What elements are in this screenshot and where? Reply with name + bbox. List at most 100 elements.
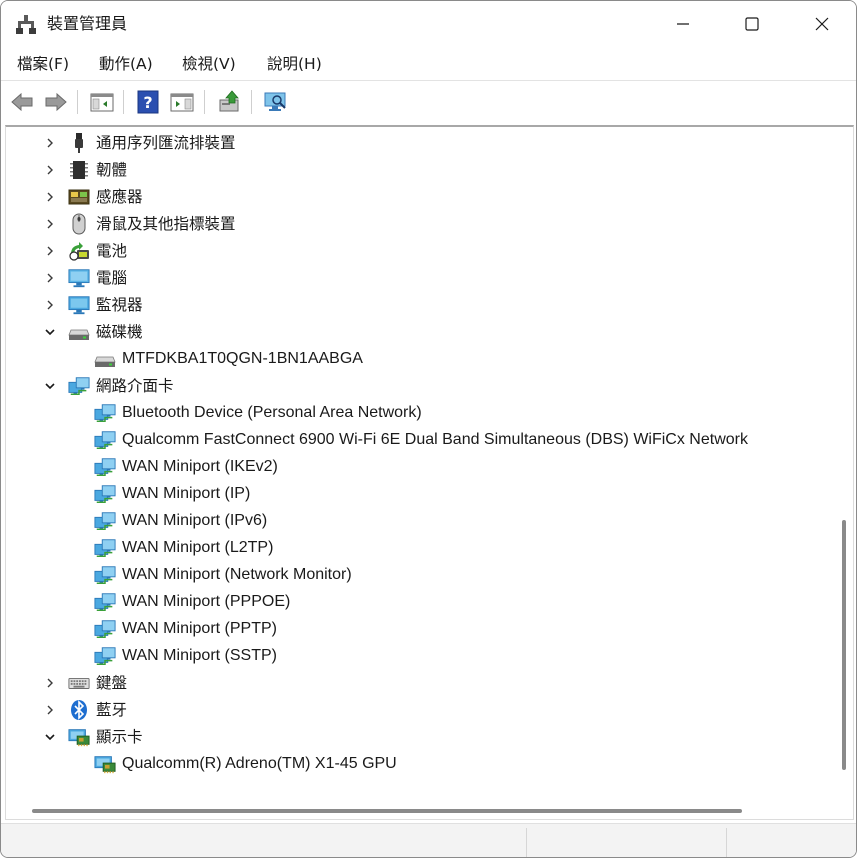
tree-category-label: 網路介面卡 bbox=[96, 376, 174, 395]
tree-category-row[interactable]: 顯示卡 bbox=[42, 723, 143, 750]
window-title: 裝置管理員 bbox=[47, 14, 128, 33]
network-adapter-icon bbox=[94, 510, 116, 532]
update-driver-icon bbox=[219, 90, 239, 112]
chevron-right-icon[interactable] bbox=[42, 135, 58, 151]
display-adapter-icon bbox=[94, 753, 116, 775]
network-adapter-icon bbox=[94, 591, 116, 613]
tree-category-row[interactable]: 滑鼠及其他指標裝置 bbox=[42, 210, 236, 237]
svg-text:?: ? bbox=[143, 93, 152, 112]
chip-icon bbox=[68, 159, 90, 181]
tree-device-row[interactable]: Bluetooth Device (Personal Area Network) bbox=[94, 399, 422, 426]
close-icon bbox=[815, 17, 829, 31]
network-adapter-icon bbox=[94, 618, 116, 640]
show-hide-console-tree-button[interactable] bbox=[88, 88, 116, 116]
chevron-right-icon[interactable] bbox=[42, 216, 58, 232]
tree-device-row[interactable]: WAN Miniport (IKEv2) bbox=[94, 453, 278, 480]
forward-arrow-icon bbox=[45, 92, 67, 112]
tree-category-label: 韌體 bbox=[96, 160, 128, 179]
tree-category-row[interactable]: 電腦 bbox=[42, 264, 127, 291]
tree-category-label: 監視器 bbox=[96, 295, 143, 314]
chevron-right-icon[interactable] bbox=[42, 270, 58, 286]
tree-device-label: WAN Miniport (L2TP) bbox=[122, 538, 274, 556]
tree-category-row[interactable]: 電池 bbox=[42, 237, 127, 264]
device-tree: 通用序列匯流排裝置韌體感應器滑鼠及其他指標裝置電池電腦監視器磁碟機 MTFDKBA… bbox=[6, 127, 832, 797]
scan-hardware-changes-button[interactable] bbox=[262, 88, 290, 116]
tree-category-label: 電腦 bbox=[96, 268, 128, 287]
network-adapter-icon bbox=[94, 537, 116, 559]
tree-category-row[interactable]: 藍牙 bbox=[42, 696, 127, 723]
title-bar[interactable]: 裝置管理員 bbox=[1, 1, 856, 47]
back-arrow-icon bbox=[11, 92, 33, 112]
help-icon: ? bbox=[137, 90, 159, 114]
horizontal-scrollbar-thumb[interactable] bbox=[32, 809, 742, 813]
chevron-right-icon[interactable] bbox=[42, 189, 58, 205]
menu-file[interactable]: 檔案(F) bbox=[15, 52, 71, 76]
show-hide-console-tree-icon bbox=[90, 93, 114, 112]
tree-device-row[interactable]: Qualcomm(R) Adreno(TM) X1-45 GPU bbox=[94, 750, 397, 777]
action-pane-icon bbox=[170, 93, 194, 112]
tree-category-label: 鍵盤 bbox=[96, 673, 128, 692]
menu-help[interactable]: 說明(H) bbox=[265, 52, 324, 76]
tree-device-row[interactable]: WAN Miniport (PPTP) bbox=[94, 615, 277, 642]
tree-device-row[interactable]: WAN Miniport (SSTP) bbox=[94, 642, 277, 669]
close-button[interactable] bbox=[787, 1, 856, 47]
chevron-right-icon[interactable] bbox=[42, 675, 58, 691]
computer-icon bbox=[68, 267, 90, 289]
menu-view[interactable]: 檢視(V) bbox=[180, 52, 238, 76]
tree-device-row[interactable]: WAN Miniport (IP) bbox=[94, 480, 250, 507]
tree-device-row[interactable]: Qualcomm FastConnect 6900 Wi-Fi 6E Dual … bbox=[94, 426, 748, 453]
chevron-right-icon[interactable] bbox=[42, 162, 58, 178]
tree-device-label: MTFDKBA1T0QGN-1BN1AABGA bbox=[122, 349, 363, 367]
toolbar: ? bbox=[1, 82, 856, 121]
network-adapter-icon bbox=[94, 429, 116, 451]
chevron-right-icon[interactable] bbox=[42, 702, 58, 718]
battery-icon bbox=[68, 240, 90, 262]
tree-category-row[interactable]: 鍵盤 bbox=[42, 669, 127, 696]
tree-category-label: 滑鼠及其他指標裝置 bbox=[96, 214, 236, 233]
chevron-right-icon[interactable] bbox=[42, 297, 58, 313]
update-driver-button[interactable] bbox=[215, 88, 243, 116]
minimize-button[interactable] bbox=[648, 1, 718, 47]
tree-category-row[interactable]: 監視器 bbox=[42, 291, 143, 318]
status-segment bbox=[726, 828, 856, 857]
vertical-scrollbar-thumb[interactable] bbox=[842, 520, 846, 770]
tree-device-label: WAN Miniport (PPTP) bbox=[122, 619, 277, 637]
tree-device-row[interactable]: WAN Miniport (PPPOE) bbox=[94, 588, 290, 615]
chevron-down-icon[interactable] bbox=[42, 324, 58, 340]
tree-category-label: 顯示卡 bbox=[96, 727, 143, 746]
tree-device-row[interactable]: WAN Miniport (L2TP) bbox=[94, 534, 273, 561]
back-button[interactable] bbox=[8, 88, 36, 116]
menu-bar: 檔案(F) 動作(A) 檢視(V) 說明(H) bbox=[1, 47, 856, 81]
tree-device-row[interactable]: MTFDKBA1T0QGN-1BN1AABGA bbox=[94, 345, 363, 372]
tree-device-row[interactable]: WAN Miniport (Network Monitor) bbox=[94, 561, 352, 588]
tree-category-row[interactable]: 通用序列匯流排裝置 bbox=[42, 129, 236, 156]
device-manager-window: 裝置管理員 檔案(F) 動作(A) 檢視(V) 說明(H) ? 通用序列匯流排裝… bbox=[0, 0, 857, 858]
tree-category-row[interactable]: 磁碟機 bbox=[42, 318, 143, 345]
network-adapter-icon bbox=[94, 402, 116, 424]
tree-category-row[interactable]: 網路介面卡 bbox=[42, 372, 174, 399]
tree-category-row[interactable]: 感應器 bbox=[42, 183, 143, 210]
action-pane-button[interactable] bbox=[168, 88, 196, 116]
chevron-down-icon[interactable] bbox=[42, 729, 58, 745]
tree-device-label: WAN Miniport (Network Monitor) bbox=[122, 565, 352, 583]
network-adapter-icon bbox=[94, 483, 116, 505]
toolbar-separator bbox=[204, 90, 205, 114]
chevron-down-icon[interactable] bbox=[42, 378, 58, 394]
minimize-icon bbox=[677, 23, 689, 25]
tree-device-row[interactable]: WAN Miniport (IPv6) bbox=[94, 507, 267, 534]
menu-action[interactable]: 動作(A) bbox=[97, 52, 155, 76]
toolbar-separator bbox=[251, 90, 252, 114]
sensor-icon bbox=[68, 186, 90, 208]
status-segment bbox=[526, 828, 726, 857]
tree-category-row[interactable]: 韌體 bbox=[42, 156, 127, 183]
tree-category-label: 磁碟機 bbox=[96, 322, 143, 341]
tree-category-label: 藍牙 bbox=[96, 700, 128, 719]
forward-button[interactable] bbox=[42, 88, 70, 116]
usb-icon bbox=[68, 132, 90, 154]
toolbar-separator bbox=[123, 90, 124, 114]
tree-category-label: 感應器 bbox=[96, 187, 143, 206]
help-button[interactable]: ? bbox=[134, 88, 162, 116]
chevron-right-icon[interactable] bbox=[42, 243, 58, 259]
device-tree-pane[interactable]: 通用序列匯流排裝置韌體感應器滑鼠及其他指標裝置電池電腦監視器磁碟機 MTFDKBA… bbox=[5, 125, 854, 820]
maximize-button[interactable] bbox=[717, 1, 787, 47]
